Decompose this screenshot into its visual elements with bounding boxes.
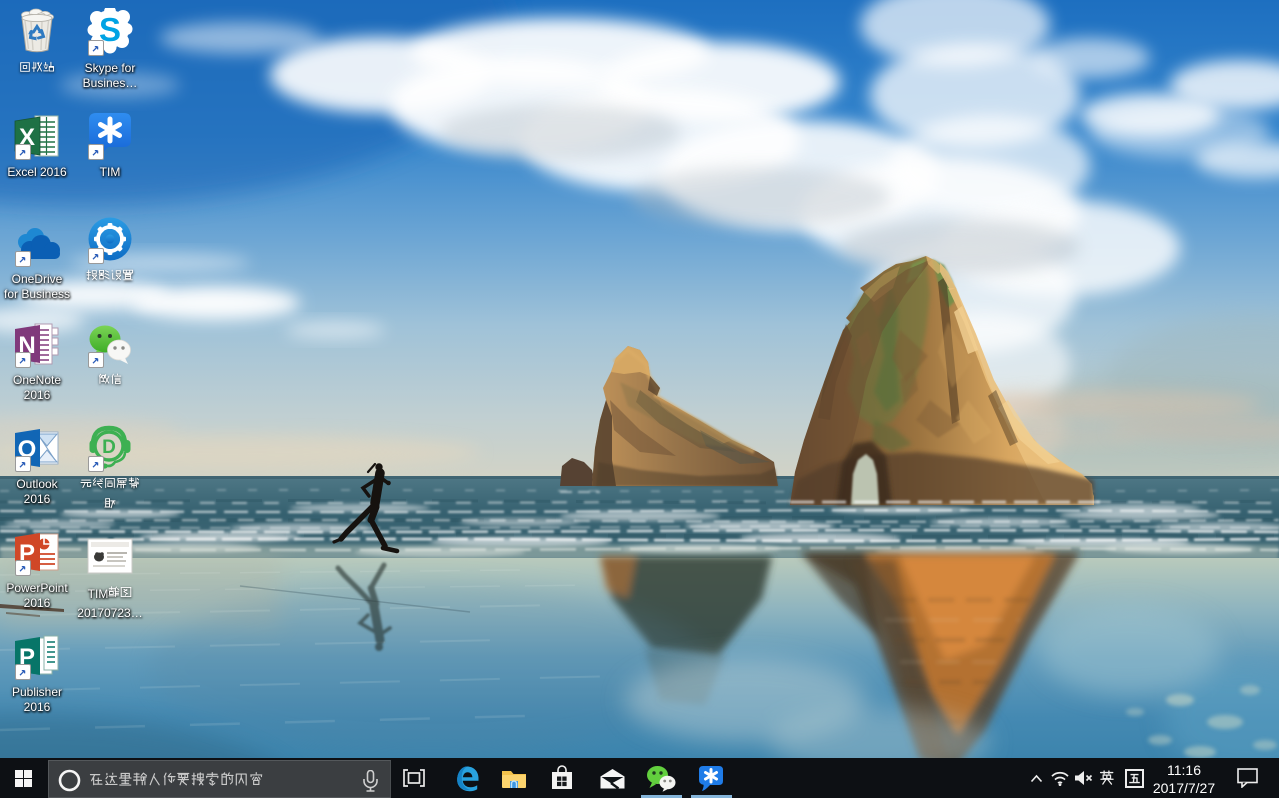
svg-text:D: D xyxy=(102,437,116,458)
